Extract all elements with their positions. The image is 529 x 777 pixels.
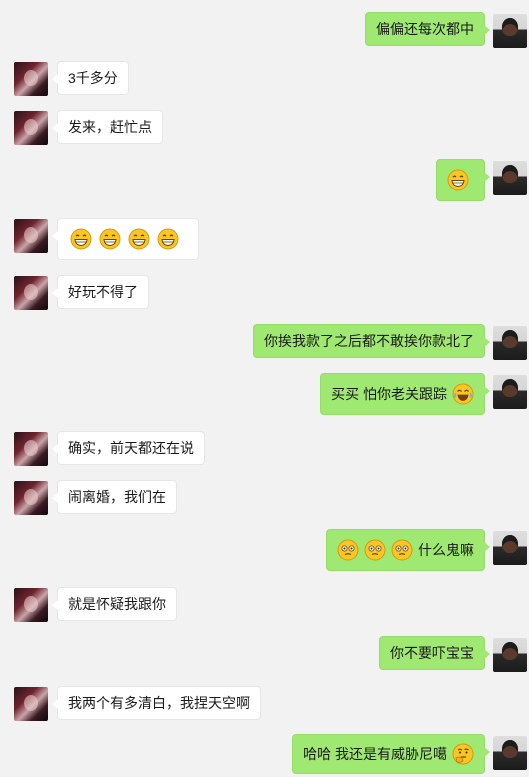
grinning-face-icon	[70, 228, 92, 250]
message-bubble-received[interactable]: 3千多分	[52, 61, 129, 95]
grinning-face-icon	[128, 228, 150, 250]
message-text: 买买 怕你老关跟踪	[331, 386, 447, 402]
message-bubble-received[interactable]: 闹离婚，我们在	[52, 480, 177, 514]
message-text: 什么鬼嘛	[418, 542, 474, 558]
message-bubble-sent[interactable]: 什么鬼嘛	[326, 529, 490, 571]
message-bubble-received[interactable]: 好玩不得了	[52, 275, 149, 309]
message-bubble-received[interactable]	[52, 218, 199, 260]
message-text: 我两个有多清白，我捏天空啊	[68, 695, 250, 711]
message-text: 就是怀疑我跟你	[68, 596, 166, 612]
message-text: 闹离婚，我们在	[68, 489, 166, 505]
flushed-face-icon	[391, 539, 413, 561]
avatar-self[interactable]	[493, 161, 527, 195]
message-bubble-received[interactable]: 发来，赶忙点	[52, 110, 163, 144]
message-bubble-received[interactable]: 我两个有多清白，我捏天空啊	[52, 686, 261, 720]
message-bubble-sent[interactable]: 偏偏还每次都中	[365, 12, 490, 46]
message-text: 发来，赶忙点	[68, 119, 152, 135]
grinning-face-icon	[99, 228, 121, 250]
message-bubble-sent[interactable]: 你不要吓宝宝	[379, 636, 490, 670]
message-bubble-received[interactable]: 就是怀疑我跟你	[52, 587, 177, 621]
message-text: 3千多分	[68, 70, 118, 86]
message-text: 你不要吓宝宝	[390, 645, 474, 661]
avatar-contact[interactable]	[14, 481, 48, 515]
message-text: 哈哈 我还是有威胁尼噶	[303, 746, 447, 762]
message-text: 你挨我款了之后都不敢挨你款北了	[264, 333, 474, 349]
grinning-face-icon	[447, 169, 469, 191]
grinning-face-icon	[157, 228, 179, 250]
avatar-self[interactable]	[493, 326, 527, 360]
message-bubble-sent[interactable]: 买买 怕你老关跟踪	[320, 373, 490, 415]
message-bubble-received[interactable]: 确实，前天都还在说	[52, 431, 205, 465]
message-text: 确实，前天都还在说	[68, 440, 194, 456]
avatar-contact[interactable]	[14, 111, 48, 145]
tears-of-joy-icon	[452, 383, 474, 405]
avatar-contact[interactable]	[14, 276, 48, 310]
avatar-self[interactable]	[493, 531, 527, 565]
avatar-contact[interactable]	[14, 219, 48, 253]
avatar-self[interactable]	[493, 638, 527, 672]
message-bubble-sent[interactable]: 你挨我款了之后都不敢挨你款北了	[253, 324, 490, 358]
avatar-contact[interactable]	[14, 687, 48, 721]
thinking-face-icon	[452, 743, 474, 765]
message-bubble-sent[interactable]: 哈哈 我还是有威胁尼噶	[292, 734, 490, 774]
message-text: 偏偏还每次都中	[376, 21, 474, 37]
avatar-contact[interactable]	[14, 62, 48, 96]
message-text: 好玩不得了	[68, 284, 138, 300]
avatar-self[interactable]	[493, 736, 527, 770]
avatar-contact[interactable]	[14, 588, 48, 622]
flushed-face-icon	[364, 539, 386, 561]
flushed-face-icon	[337, 539, 359, 561]
avatar-self[interactable]	[493, 14, 527, 48]
avatar-contact[interactable]	[14, 432, 48, 466]
avatar-self[interactable]	[493, 375, 527, 409]
message-bubble-sent[interactable]	[436, 159, 490, 201]
